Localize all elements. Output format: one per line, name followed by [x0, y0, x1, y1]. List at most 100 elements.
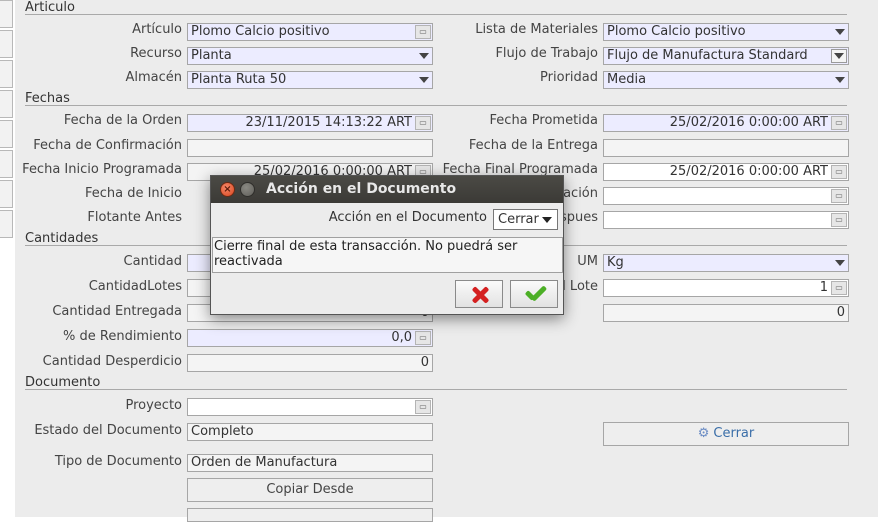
- flotante-despues-field[interactable]: ▭: [603, 211, 849, 229]
- fecha-confirmacion-label: Fecha de Confirmación: [33, 138, 182, 153]
- side-tab[interactable]: [0, 30, 13, 58]
- chevron-down-icon[interactable]: [419, 53, 429, 59]
- section-articulo: Articulo: [25, 0, 75, 15]
- cerrar-document-label: Cerrar: [713, 426, 755, 441]
- fecha-final-programada-field[interactable]: 25/02/2016 0:00:00 ART ▭: [603, 163, 849, 181]
- side-tab[interactable]: [0, 60, 13, 88]
- partial-button[interactable]: [187, 508, 433, 522]
- fecha-finalizacion-field[interactable]: ▭: [603, 187, 849, 205]
- fecha-inicio-programada-label: Fecha Inicio Programada: [22, 162, 182, 177]
- cantidad-desperdicio-label: Cantidad Desperdicio: [42, 354, 182, 369]
- ok-button[interactable]: [510, 280, 558, 308]
- calculator-icon[interactable]: ▭: [831, 281, 847, 295]
- prioridad-select[interactable]: Media: [603, 71, 849, 89]
- fecha-prometida-value: 25/02/2016 0:00:00 ART: [669, 115, 828, 130]
- copiar-desde-button[interactable]: Copiar Desde: [187, 478, 433, 502]
- side-tab[interactable]: [0, 210, 13, 238]
- chevron-down-icon[interactable]: [835, 29, 845, 35]
- calendar-icon[interactable]: ▭: [415, 116, 431, 130]
- chevron-down-icon[interactable]: [835, 77, 845, 83]
- section-fechas: Fechas: [25, 91, 70, 106]
- tipo-documento-field[interactable]: Orden de Manufactura: [187, 454, 433, 472]
- side-tab[interactable]: [0, 0, 13, 28]
- fecha-prometida-label: Fecha Prometida: [489, 113, 598, 128]
- fecha-orden-value: 23/11/2015 14:13:22 ART: [245, 115, 413, 130]
- cantidad-entregada-label: Cantidad Entregada: [52, 304, 182, 319]
- rendimiento-label: % de Rendimiento: [63, 329, 182, 344]
- chevron-down-icon[interactable]: [419, 77, 429, 83]
- proyecto-label: Proyecto: [125, 398, 182, 413]
- cancel-x-icon: [471, 286, 489, 304]
- dialog-action-value: Cerrar: [498, 212, 539, 227]
- side-tab[interactable]: [0, 120, 13, 148]
- dialog-action-select[interactable]: Cerrar: [493, 209, 558, 230]
- cantidad-desperdicio-field[interactable]: 0: [187, 354, 433, 372]
- articulo-field[interactable]: Plomo Calcio positivo ▭: [187, 23, 433, 41]
- calendar-icon[interactable]: ▭: [831, 165, 847, 179]
- cantidad-lotes-label: CantidadLotes: [88, 279, 182, 294]
- section-separator: [25, 105, 847, 106]
- fecha-inicio-label: Fecha de Inicio: [84, 186, 182, 201]
- calendar-icon[interactable]: ▭: [831, 116, 847, 130]
- window-minimize-icon[interactable]: [240, 182, 255, 197]
- calculator-icon[interactable]: ▭: [415, 331, 431, 345]
- estado-documento-field[interactable]: Completo: [187, 423, 433, 441]
- prioridad-value: Media: [607, 72, 647, 87]
- gear-icon: ⚙: [697, 426, 710, 441]
- cerrar-document-button[interactable]: ⚙ Cerrar: [603, 422, 849, 446]
- fecha-orden-field[interactable]: 23/11/2015 14:13:22 ART ▭: [187, 114, 433, 132]
- cantidad-label: Cantidad: [123, 254, 182, 269]
- um-select[interactable]: Kg: [603, 254, 849, 272]
- cancel-button[interactable]: [455, 280, 503, 308]
- lista-materiales-value: Plomo Calcio positivo: [607, 24, 746, 39]
- almacen-select[interactable]: Planta Ruta 50: [187, 71, 433, 89]
- fecha-confirmacion-field[interactable]: [187, 139, 433, 157]
- fecha-entrega-field[interactable]: [603, 139, 849, 157]
- lista-materiales-label: Lista de Materiales: [475, 22, 598, 37]
- calendar-icon[interactable]: ▭: [831, 189, 847, 203]
- side-tab[interactable]: [0, 90, 13, 118]
- document-action-dialog: × Acción en el Documento Acción en el Do…: [210, 175, 564, 315]
- dialog-action-label: Acción en el Documento: [328, 210, 487, 225]
- side-tab[interactable]: [0, 180, 13, 208]
- calculator-icon[interactable]: ▭: [831, 213, 847, 227]
- flujo-trabajo-select[interactable]: Flujo de Manufactura Standard: [603, 47, 849, 65]
- cantidad-lote-value: 1: [819, 280, 828, 295]
- cantidad-lote-field[interactable]: 1 ▭: [603, 279, 849, 297]
- rendimiento-value: 0,0: [391, 330, 412, 345]
- fecha-prometida-field[interactable]: 25/02/2016 0:00:00 ART ▭: [603, 114, 849, 132]
- side-tab[interactable]: [0, 150, 13, 178]
- lookup-icon[interactable]: ▭: [415, 400, 431, 414]
- estado-documento-label: Estado del Documento: [34, 423, 182, 438]
- rendimiento-field[interactable]: 0,0 ▭: [187, 329, 433, 347]
- fecha-final-programada-value: 25/02/2016 0:00:00 ART: [669, 164, 828, 179]
- section-documento: Documento: [25, 375, 101, 390]
- articulo-label: Artículo: [132, 22, 182, 37]
- lookup-icon[interactable]: ▭: [415, 25, 431, 39]
- proyecto-field[interactable]: ▭: [187, 398, 433, 416]
- prioridad-label: Prioridad: [540, 70, 598, 85]
- section-separator: [25, 389, 847, 390]
- um-value: Kg: [607, 255, 624, 270]
- flotante-antes-label: Flotante Antes: [87, 210, 182, 225]
- fecha-entrega-label: Fecha de la Entrega: [468, 138, 598, 153]
- recurso-select[interactable]: Planta: [187, 47, 433, 65]
- almacen-label: Almacén: [125, 70, 182, 85]
- check-icon: [523, 284, 547, 304]
- left-tab-strip: a: [0, 0, 14, 517]
- recurso-value: Planta: [191, 48, 232, 63]
- chevron-down-icon[interactable]: [542, 217, 552, 223]
- recurso-label: Recurso: [130, 46, 182, 61]
- section-separator: [25, 14, 847, 15]
- lista-materiales-select[interactable]: Plomo Calcio positivo: [603, 23, 849, 41]
- fecha-orden-label: Fecha de la Orden: [63, 113, 182, 128]
- cantidad-rechazada-field[interactable]: 0: [603, 304, 849, 322]
- window-close-icon[interactable]: ×: [220, 182, 235, 197]
- dialog-message: Cierre final de esta transacción. No pue…: [212, 237, 563, 273]
- tipo-documento-label: Tipo de Documento: [54, 454, 182, 469]
- flujo-trabajo-value: Flujo de Manufactura Standard: [607, 48, 808, 63]
- dialog-titlebar[interactable]: × Acción en el Documento: [211, 176, 563, 203]
- chevron-down-icon[interactable]: [831, 49, 847, 63]
- flujo-trabajo-label: Flujo de Trabajo: [495, 46, 598, 61]
- chevron-down-icon[interactable]: [835, 260, 845, 266]
